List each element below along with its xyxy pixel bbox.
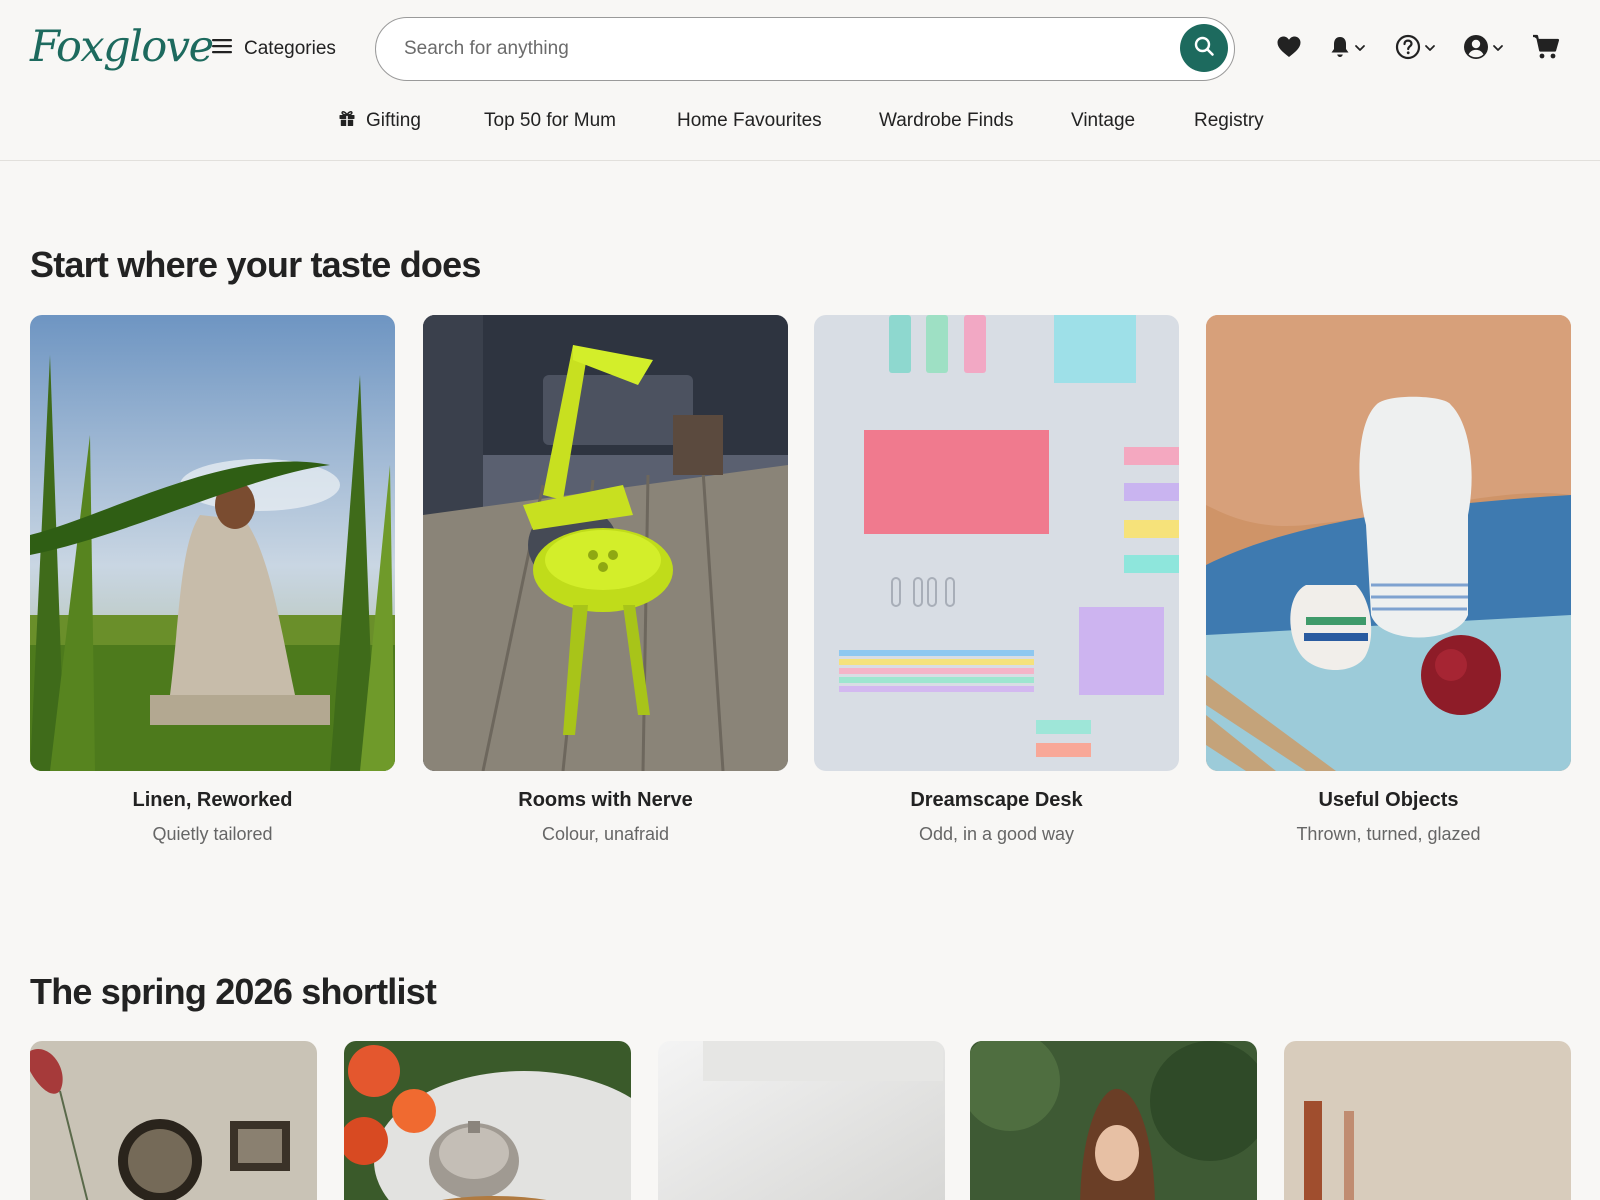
section-heading-taste: Start where your taste does (30, 244, 481, 285)
nav-item-label: Home Favourites (677, 110, 822, 131)
help-button[interactable] (1395, 34, 1436, 64)
section-heading-shortlist: The spring 2026 shortlist (30, 971, 437, 1012)
card-image-linen[interactable] (30, 315, 395, 771)
search-input[interactable] (404, 32, 1144, 66)
shortlist-item-image[interactable] (1284, 1041, 1571, 1200)
nav-item-gifting[interactable]: Gifting (338, 106, 421, 136)
cart-icon (1532, 34, 1560, 65)
shortlist-item-image[interactable] (658, 1041, 945, 1200)
chevron-down-icon (1424, 40, 1436, 58)
chevron-down-icon (1492, 40, 1504, 58)
menu-icon (212, 38, 232, 60)
search-bar (375, 17, 1235, 81)
nav-item-label: Top 50 for Mum (484, 110, 616, 131)
help-icon (1395, 34, 1421, 65)
card-image-dreamscape[interactable] (814, 315, 1179, 771)
search-button[interactable] (1180, 24, 1228, 72)
search-icon (1193, 35, 1215, 62)
card-title[interactable]: Useful Objects (1206, 789, 1571, 812)
card-subtitle: Thrown, turned, glazed (1296, 824, 1481, 844)
notifications-button[interactable] (1329, 34, 1366, 64)
categories-menu-button[interactable]: Categories (212, 36, 336, 62)
card-title[interactable]: Rooms with Nerve (423, 789, 788, 812)
shortlist-item-image[interactable] (30, 1041, 317, 1200)
bell-icon (1329, 35, 1351, 64)
nav-item-label: Vintage (1071, 110, 1136, 131)
card-title[interactable]: Dreamscape Desk (814, 789, 1179, 812)
card-subtitle: Quietly tailored (152, 824, 273, 844)
nav-item-label: Gifting (366, 110, 421, 131)
site-header: Foxglove Categories Search for anything … (0, 0, 1600, 161)
shortlist-item-image[interactable] (970, 1041, 1257, 1200)
nav-item-wardrobe-finds[interactable]: Wardrobe Finds (879, 106, 1013, 136)
nav-item-vintage[interactable]: Vintage (1071, 106, 1135, 136)
account-icon (1463, 34, 1489, 65)
favourites-button[interactable] (1276, 34, 1302, 64)
nav-item-top-50-for-mum[interactable]: Top 50 for Mum (484, 106, 616, 136)
card-subtitle: Odd, in a good way (918, 824, 1075, 844)
account-button[interactable] (1463, 34, 1504, 64)
nav-item-label: Wardrobe Finds (879, 110, 1014, 131)
cart-button[interactable] (1532, 34, 1560, 64)
card-image-rooms[interactable] (423, 315, 788, 771)
brand-logo[interactable]: Foxglove (30, 22, 214, 72)
nav-item-label: Registry (1194, 110, 1264, 131)
chevron-down-icon (1354, 40, 1366, 58)
shortlist-item-image[interactable] (344, 1041, 631, 1200)
nav-item-registry[interactable]: Registry (1194, 106, 1264, 136)
card-image-useful-objects[interactable] (1206, 315, 1571, 771)
nav-item-home-favourites[interactable]: Home Favourites (677, 106, 822, 136)
gift-icon (338, 109, 356, 133)
card-subtitle: Colour, unafraid (541, 824, 670, 844)
heart-icon (1276, 35, 1302, 64)
card-title[interactable]: Linen, Reworked (30, 789, 395, 812)
categories-label: Categories (244, 38, 336, 59)
